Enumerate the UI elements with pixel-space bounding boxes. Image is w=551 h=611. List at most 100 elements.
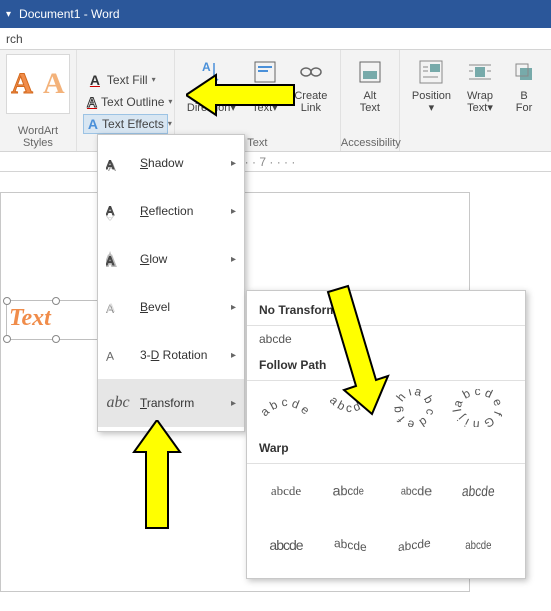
wrap-text-icon [465, 56, 495, 88]
text-outline-label: Text Outline [101, 95, 164, 109]
svg-text:a b c d e f g: a b c d e f g [323, 391, 374, 415]
resize-handle[interactable] [3, 335, 11, 343]
resize-handle[interactable] [52, 335, 60, 343]
warp-option[interactable]: abcde [385, 526, 443, 564]
submenu-arrow-icon: ▸ [231, 206, 236, 217]
svg-text:A: A [202, 60, 211, 74]
svg-text:A: A [107, 301, 115, 315]
create-link-button[interactable]: CreateLink [288, 54, 334, 114]
svg-text:a b c d e f G h i j l m n o p: a b c d e f G h i j l m n o p [451, 389, 505, 427]
reflection-icon: AA [106, 197, 130, 225]
menu-label: 3-D Rotation [140, 348, 221, 362]
text-fill-icon: A [87, 72, 103, 88]
bring-forward-label: BFor [516, 90, 533, 114]
follow-path-arch-down[interactable]: a b c d e f g [321, 389, 379, 427]
text-effects-button[interactable]: A Text Effects ▾ [83, 114, 168, 134]
transform-icon: abc [106, 389, 130, 417]
title-bar: ▾ Document1 - Word [0, 0, 551, 28]
position-icon [416, 56, 446, 88]
warp-option[interactable]: abcde [385, 472, 443, 510]
menu-label: Shadow [140, 156, 221, 170]
submenu-arrow-icon: ▸ [231, 158, 236, 169]
menu-item-reflection[interactable]: AA Reflection ▸ [98, 187, 244, 235]
follow-path-button[interactable]: a b c d e f G h i j l m n o p [449, 389, 507, 427]
rotation-icon: A [106, 341, 130, 369]
menu-label: Glow [140, 252, 221, 266]
svg-text:a b c d e f g h i j k l m n: a b c d e f g h i j k l m n [387, 389, 438, 427]
svg-text:A: A [106, 214, 115, 221]
wordart-sample-b: A [43, 67, 65, 101]
bring-forward-button[interactable]: BFor [503, 54, 545, 149]
text-fill-button[interactable]: A Text Fill ▾ [83, 70, 168, 90]
text-direction-label: TextDirection▾ [187, 90, 236, 114]
submenu-arrow-icon: ▸ [231, 398, 236, 409]
svg-text:A: A [106, 349, 115, 364]
glow-icon: AA [106, 245, 130, 273]
transform-submenu: No Transform abcde Follow Path a b c d e… [246, 290, 526, 579]
wrap-text-button[interactable]: WrapText▾ [457, 54, 503, 149]
wrap-text-label: WrapText▾ [467, 90, 493, 114]
text-direction-button[interactable]: A TextDirection▾ [181, 54, 242, 114]
dropdown-icon: ▾ [152, 75, 156, 84]
svg-text:A: A [106, 254, 114, 268]
accessibility-group-label: Accessibility [341, 135, 399, 149]
resize-handle[interactable] [3, 297, 11, 305]
wordart-styles-group: A A WordArt Styles [0, 50, 77, 151]
text-outline-button[interactable]: A Text Outline ▾ [83, 92, 168, 112]
svg-text:a b c d e f g: a b c d e f g [259, 391, 313, 420]
wordart-object[interactable]: Text [6, 300, 106, 340]
follow-path-row: a b c d e f g a b c d e f g a b c d e f … [247, 381, 525, 435]
ribbon-tab-fragment: rch [6, 32, 23, 46]
resize-handle[interactable] [52, 297, 60, 305]
position-label: Position▾ [412, 90, 451, 114]
text-effects-menu: AA Shadow ▸ AA Reflection ▸ AA Glow ▸ AA… [97, 134, 245, 432]
submenu-header-warp: Warp [247, 435, 525, 464]
bring-forward-icon [509, 56, 539, 88]
warp-option[interactable]: abcde [321, 472, 379, 510]
align-text-button[interactable]: AlignText▾ [242, 54, 288, 114]
wordart-text: Text [7, 301, 105, 336]
menu-item-shadow[interactable]: AA Shadow ▸ [98, 139, 244, 187]
follow-path-arch-up[interactable]: a b c d e f g [257, 389, 315, 427]
menu-item-glow[interactable]: AA Glow ▸ [98, 235, 244, 283]
follow-path-circle[interactable]: a b c d e f g h i j k l m n [385, 389, 443, 427]
text-effects-icon: A [88, 116, 98, 132]
create-link-icon [296, 56, 326, 88]
accessibility-group: AltText Accessibility [341, 50, 400, 151]
submenu-header-no-transform: No Transform [247, 297, 525, 326]
alt-text-icon [355, 56, 385, 88]
text-direction-icon: A [196, 56, 226, 88]
menu-item-3d-rotation[interactable]: A 3-D Rotation ▸ [98, 331, 244, 379]
warp-option[interactable]: abcde [257, 526, 315, 564]
submenu-arrow-icon: ▸ [231, 302, 236, 313]
warp-option[interactable]: abcde [449, 472, 507, 510]
menu-item-transform[interactable]: abc Transform ▸ [98, 379, 244, 427]
submenu-header-follow-path: Follow Path [247, 352, 525, 381]
shadow-icon: AA [106, 149, 130, 177]
warp-row-2: abcde abcde abcde abcde [247, 518, 525, 572]
window-title: Document1 - Word [19, 7, 119, 21]
dropdown-icon: ▾ [6, 9, 11, 20]
warp-row-1: abcde abcde abcde abcde [247, 464, 525, 518]
align-text-icon [250, 56, 280, 88]
alt-text-label: AltText [360, 90, 380, 114]
wordart-sample-a: A [11, 67, 33, 101]
warp-option[interactable]: abcde [449, 526, 507, 564]
alt-text-button[interactable]: AltText [347, 54, 393, 114]
bevel-icon: AA [106, 293, 130, 321]
ribbon-tab-strip: rch [0, 28, 551, 50]
no-transform-option[interactable]: abcde [247, 326, 525, 352]
align-text-label: AlignText▾ [252, 90, 278, 114]
dropdown-icon: ▾ [168, 119, 172, 128]
submenu-arrow-icon: ▸ [231, 350, 236, 361]
dropdown-icon: ▾ [168, 97, 172, 106]
menu-label: Transform [140, 396, 221, 410]
warp-option[interactable]: abcde [257, 472, 315, 510]
warp-option[interactable]: abcde [321, 526, 379, 564]
position-button[interactable]: Position▾ [406, 54, 457, 149]
text-effects-label: Text Effects [102, 117, 164, 131]
menu-item-bevel[interactable]: AA Bevel ▸ [98, 283, 244, 331]
text-outline-icon: A [87, 94, 97, 110]
wordart-gallery[interactable]: A A [6, 54, 70, 114]
wordart-group-label: WordArt Styles [6, 123, 70, 149]
